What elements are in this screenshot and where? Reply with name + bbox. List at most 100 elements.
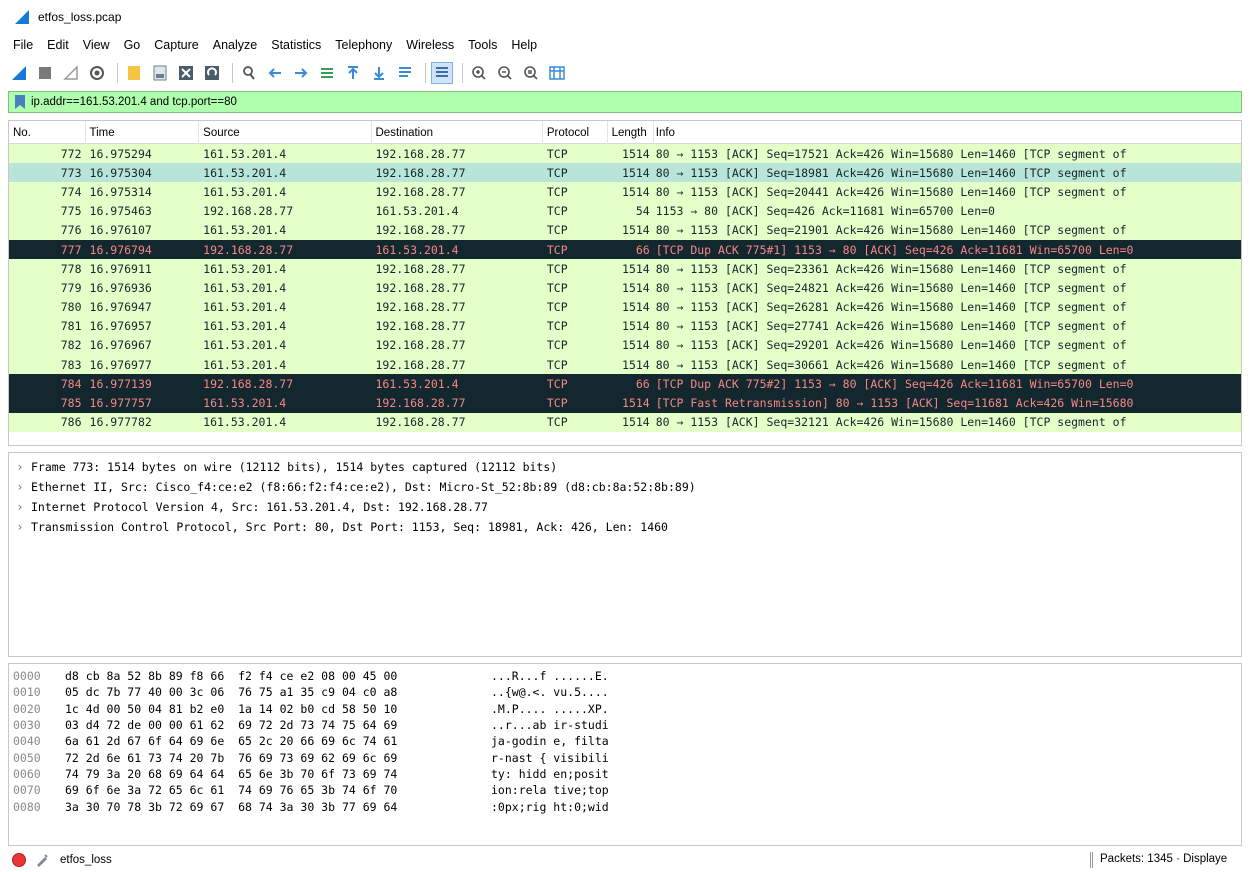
packet-row[interactable]: 786 16.977782 161.53.201.4 192.168.28.77 TCP…: [9, 412, 1241, 432]
hex-bytes[interactable]: 03 d4 72 de 00 00 61 62 69 72 2d 73 74 7…: [65, 718, 491, 732]
menu-capture[interactable]: Capture: [147, 38, 205, 52]
packet-list: No. Time Source Destination Protocol Len…: [8, 120, 1242, 446]
go-to-packet-button[interactable]: [316, 62, 338, 84]
stop-capture-button[interactable]: [34, 62, 56, 84]
menu-wireless[interactable]: Wireless: [399, 38, 461, 52]
hex-bytes[interactable]: 72 2d 6e 61 73 74 20 7b 76 69 73 69 62 6…: [65, 751, 491, 765]
packet-row[interactable]: 780 16.976947 161.53.201.4 192.168.28.77 TCP…: [9, 297, 1241, 317]
hex-bytes[interactable]: 6a 61 2d 67 6f 64 69 6e 65 2c 20 66 69 6…: [65, 734, 491, 748]
menu-telephony[interactable]: Telephony: [328, 38, 399, 52]
packet-row[interactable]: 772 16.975294 161.53.201.4 192.168.28.77 TCP…: [9, 144, 1241, 164]
restart-fin-icon: [63, 64, 78, 80]
chevron-right-icon[interactable]: ›: [9, 460, 31, 474]
hex-ascii[interactable]: ..{w@.<. vu.5....: [491, 685, 691, 699]
packet-row[interactable]: 785 16.977757 161.53.201.4 192.168.28.77 TCP…: [9, 393, 1241, 413]
column-header-destination[interactable]: Destination: [372, 121, 543, 144]
display-filter-input[interactable]: [31, 93, 1241, 111]
hex-ascii[interactable]: ..r...ab ir-studi: [491, 718, 691, 732]
packet-cell-info: 80 → 1153 [ACK] Seq=21901 Ack=426 Win=15…: [655, 223, 1127, 238]
bookmark-icon[interactable]: [13, 94, 27, 110]
hex-bytes[interactable]: 69 6f 6e 3a 72 65 6c 61 74 69 76 65 3b 7…: [65, 783, 491, 797]
packet-row[interactable]: 778 16.976911 161.53.201.4 192.168.28.77 TCP…: [9, 259, 1241, 279]
packet-cell-len: 1514: [622, 396, 650, 411]
packet-cell-time: 16.977782: [89, 415, 152, 430]
find-packet-button[interactable]: [238, 62, 260, 84]
packet-row[interactable]: 784 16.977139 192.168.28.77 161.53.201.4 TCP…: [9, 374, 1241, 394]
colorize-button[interactable]: [431, 61, 453, 84]
menu-statistics[interactable]: Statistics: [264, 38, 328, 52]
packet-cell-src: 192.168.28.77: [203, 376, 294, 391]
column-header-length[interactable]: Length: [608, 121, 654, 144]
packet-row[interactable]: 781 16.976957 161.53.201.4 192.168.28.77 TCP…: [9, 316, 1241, 336]
packet-cell-no: 781: [60, 319, 82, 334]
hex-ascii[interactable]: ja-godin e, filta: [491, 734, 691, 748]
open-file-button[interactable]: [123, 62, 145, 84]
hex-ascii[interactable]: ty: hidd en;posit: [491, 767, 691, 781]
zoom-in-button[interactable]: [468, 62, 490, 84]
packet-cell-info: 1153 → 80 [ACK] Seq=426 Ack=11681 Win=65…: [655, 204, 995, 219]
chevron-right-icon[interactable]: ›: [9, 480, 31, 494]
menu-help[interactable]: Help: [504, 38, 544, 52]
packet-row[interactable]: 782 16.976967 161.53.201.4 192.168.28.77 TCP…: [9, 335, 1241, 356]
hex-ascii[interactable]: r-nast { visibili: [491, 751, 691, 765]
hex-ascii[interactable]: ...R...f ......E.: [491, 669, 691, 683]
hex-bytes[interactable]: 1c 4d 00 50 04 81 b2 e0 1a 14 02 b0 cd 5…: [65, 702, 491, 716]
menu-go[interactable]: Go: [117, 38, 148, 52]
hex-ascii[interactable]: :0px;rig ht:0;wid: [491, 800, 691, 814]
packet-row[interactable]: 779 16.976936 161.53.201.4 192.168.28.77 TCP…: [9, 278, 1241, 298]
expert-info-icon[interactable]: [12, 853, 26, 867]
menu-view[interactable]: View: [76, 38, 117, 52]
close-file-button[interactable]: [175, 62, 197, 84]
first-packet-button[interactable]: [342, 62, 364, 84]
hex-bytes[interactable]: 3a 30 70 78 3b 72 69 67 68 74 3a 30 3b 7…: [65, 800, 491, 814]
edit-comment-icon[interactable]: [34, 852, 50, 868]
go-back-button[interactable]: [264, 62, 286, 84]
packet-row[interactable]: 773 16.975304 161.53.201.4 192.168.28.77 TCP…: [9, 163, 1241, 183]
reload-file-button[interactable]: [201, 62, 223, 84]
menu-tools[interactable]: Tools: [461, 38, 504, 52]
packet-cell-len: 1514: [622, 165, 650, 180]
detail-frame[interactable]: › Frame 773: 1514 bytes on wire (12112 b…: [9, 457, 1241, 477]
hex-bytes[interactable]: d8 cb 8a 52 8b 89 f8 66 f2 f4 ce e2 08 0…: [65, 669, 491, 683]
detail-ipv4[interactable]: › Internet Protocol Version 4, Src: 161.…: [9, 497, 1241, 517]
zoom-out-button[interactable]: [494, 62, 516, 84]
last-packet-icon: [374, 66, 384, 80]
zoom-reset-button[interactable]: [520, 62, 542, 84]
chevron-right-icon[interactable]: ›: [9, 520, 31, 534]
hex-ascii[interactable]: .M.P.... .....XP.: [491, 702, 691, 716]
menu-file[interactable]: File: [6, 38, 40, 52]
chevron-right-icon[interactable]: ›: [9, 500, 31, 514]
detail-tcp[interactable]: › Transmission Control Protocol, Src Por…: [9, 517, 1241, 537]
go-forward-button[interactable]: [290, 62, 312, 84]
detail-ethernet[interactable]: › Ethernet II, Src: Cisco_f4:ce:e2 (f8:6…: [9, 477, 1241, 497]
packet-cell-info: 80 → 1153 [ACK] Seq=32121 Ack=426 Win=15…: [655, 415, 1127, 430]
packet-cell-len: 1514: [622, 319, 650, 334]
start-capture-button[interactable]: [8, 62, 30, 84]
hex-line: 0060 74 79 3a 20 68 69 64 64 65 6e 3b 70 …: [9, 766, 1241, 782]
packet-cell-dst: 192.168.28.77: [375, 319, 466, 334]
capture-options-button[interactable]: [86, 62, 108, 84]
column-header-time[interactable]: Time: [86, 121, 200, 144]
column-header-no[interactable]: No.: [9, 121, 86, 144]
packet-row[interactable]: 774 16.975314 161.53.201.4 192.168.28.77 TCP…: [9, 182, 1241, 202]
packet-row[interactable]: 783 16.976977 161.53.201.4 192.168.28.77 TCP…: [9, 355, 1241, 375]
restart-capture-button[interactable]: [60, 62, 82, 84]
hex-bytes[interactable]: 74 79 3a 20 68 69 64 64 65 6e 3b 70 6f 7…: [65, 767, 491, 781]
menu-analyze[interactable]: Analyze: [206, 38, 264, 52]
last-packet-button[interactable]: [368, 62, 390, 84]
column-header-source[interactable]: Source: [199, 121, 372, 144]
column-header-protocol[interactable]: Protocol: [543, 121, 608, 144]
packet-cell-len: 66: [635, 376, 650, 391]
packet-cell-proto: TCP: [546, 300, 568, 315]
hex-ascii[interactable]: ion:rela tive;top: [491, 783, 691, 797]
packet-row[interactable]: 776 16.976107 161.53.201.4 192.168.28.77 TCP…: [9, 220, 1241, 240]
menu-edit[interactable]: Edit: [40, 38, 76, 52]
save-file-button[interactable]: [149, 62, 171, 84]
auto-scroll-button[interactable]: [394, 62, 416, 84]
packet-cell-dst: 192.168.28.77: [375, 184, 466, 199]
packet-row[interactable]: 775 16.975463 192.168.28.77 161.53.201.4 TCP…: [9, 201, 1241, 221]
column-header-info[interactable]: Info: [654, 121, 1241, 144]
packet-row[interactable]: 777 16.976794 192.168.28.77 161.53.201.4 TCP…: [9, 239, 1241, 260]
resize-columns-button[interactable]: [546, 62, 568, 84]
hex-bytes[interactable]: 05 dc 7b 77 40 00 3c 06 76 75 a1 35 c9 0…: [65, 685, 491, 699]
